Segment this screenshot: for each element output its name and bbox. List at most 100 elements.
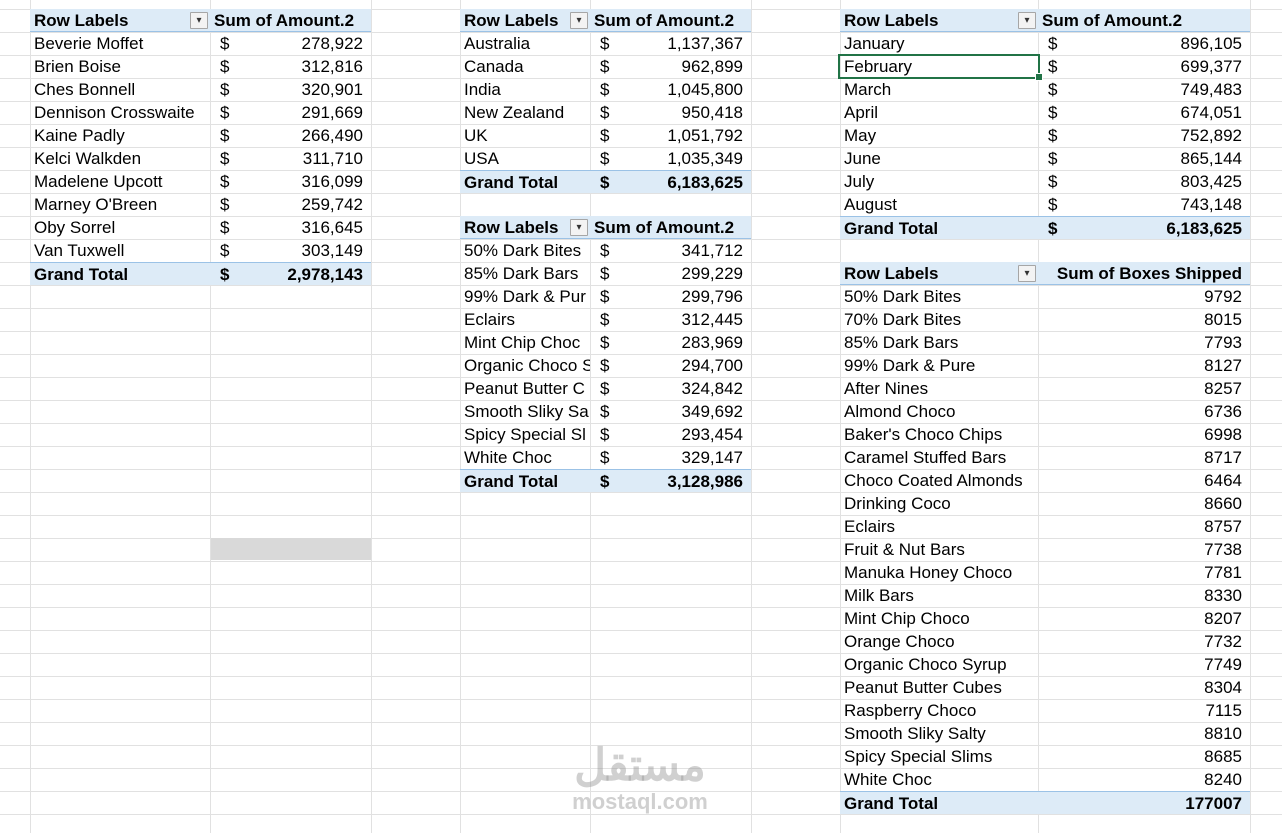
pivot-row-value[interactable]: 743,148 (1078, 193, 1250, 216)
pivot-row-value[interactable]: 8810 (1038, 722, 1250, 745)
pivot-row-label[interactable]: Brien Boise (30, 55, 210, 78)
pivot-row-label[interactable]: White Choc (840, 768, 1038, 791)
pivot-row-value[interactable]: 752,892 (1078, 124, 1250, 147)
pivot-row-label[interactable]: Spicy Special Slims (840, 745, 1038, 768)
pivot-row-value[interactable]: 320,901 (250, 78, 371, 101)
grand-total-value[interactable]: 6,183,625 (1078, 216, 1250, 239)
pivot-row-label[interactable]: White Choc (460, 446, 590, 469)
pivot-row-value[interactable]: 291,669 (250, 101, 371, 124)
pivot-row-label[interactable]: Madelene Upcott (30, 170, 210, 193)
pivot-row-label[interactable]: Van Tuxwell (30, 239, 210, 262)
pivot-row-value[interactable]: 8207 (1038, 607, 1250, 630)
pivot-row-label[interactable]: Spicy Special Sl (460, 423, 590, 446)
pivot-row-value[interactable]: 283,969 (630, 331, 751, 354)
pivot-row-value[interactable]: 896,105 (1078, 32, 1250, 55)
pivot-row-value[interactable]: 8015 (1038, 308, 1250, 331)
pivot-header-row-labels[interactable]: Row Labels (30, 9, 210, 32)
pivot-row-value[interactable]: 259,742 (250, 193, 371, 216)
pivot-row-label[interactable]: Peanut Butter Cubes (840, 676, 1038, 699)
pivot-row-value[interactable]: 803,425 (1078, 170, 1250, 193)
pivot-row-label[interactable]: Raspberry Choco (840, 699, 1038, 722)
grand-total-value[interactable]: 2,978,143 (250, 262, 371, 285)
pivot-row-label[interactable]: Baker's Choco Chips (840, 423, 1038, 446)
grand-total-label[interactable]: Grand Total (460, 469, 590, 492)
pivot-row-value[interactable]: 312,816 (250, 55, 371, 78)
pivot-row-value[interactable]: 962,899 (630, 55, 751, 78)
pivot-row-value[interactable]: 8257 (1038, 377, 1250, 400)
pivot-row-label[interactable]: After Nines (840, 377, 1038, 400)
pivot-row-label[interactable]: June (840, 147, 1038, 170)
pivot-row-label[interactable]: May (840, 124, 1038, 147)
pivot-row-value[interactable]: 7738 (1038, 538, 1250, 561)
gray-filled-cell[interactable] (211, 538, 371, 560)
chevron-down-icon[interactable]: ▾ (1018, 265, 1036, 282)
pivot-row-value[interactable]: 1,137,367 (630, 32, 751, 55)
pivot-row-label[interactable]: Oby Sorrel (30, 216, 210, 239)
pivot-row-label[interactable]: 99% Dark & Pur (460, 285, 590, 308)
pivot-header-row-labels[interactable]: Row Labels (840, 9, 1038, 32)
pivot-row-value[interactable]: 316,645 (250, 216, 371, 239)
pivot-row-label[interactable]: Eclairs (460, 308, 590, 331)
pivot-header-value[interactable]: Sum of Amount.2 (1038, 9, 1250, 32)
pivot-header-value[interactable]: Sum of Amount.2 (590, 9, 751, 32)
pivot-row-value[interactable]: 8685 (1038, 745, 1250, 768)
pivot-row-label[interactable]: Manuka Honey Choco (840, 561, 1038, 584)
pivot-row-label[interactable]: Mint Chip Choco (840, 607, 1038, 630)
pivot-header-value[interactable]: Sum of Amount.2 (210, 9, 371, 32)
pivot-row-value[interactable]: 303,149 (250, 239, 371, 262)
pivot-row-label[interactable]: July (840, 170, 1038, 193)
pivot-row-value[interactable]: 8127 (1038, 354, 1250, 377)
pivot-row-value[interactable]: 7732 (1038, 630, 1250, 653)
pivot-row-value[interactable]: 7749 (1038, 653, 1250, 676)
pivot-row-label[interactable]: Drinking Coco (840, 492, 1038, 515)
pivot-row-value[interactable]: 8304 (1038, 676, 1250, 699)
pivot-row-label[interactable]: 99% Dark & Pure (840, 354, 1038, 377)
pivot-row-value[interactable]: 8330 (1038, 584, 1250, 607)
pivot-row-label[interactable]: January (840, 32, 1038, 55)
pivot-row-value[interactable]: 299,796 (630, 285, 751, 308)
pivot-row-value[interactable]: 293,454 (630, 423, 751, 446)
pivot-row-value[interactable]: 6464 (1038, 469, 1250, 492)
pivot-row-label[interactable]: Beverie Moffet (30, 32, 210, 55)
pivot-row-label[interactable]: Milk Bars (840, 584, 1038, 607)
pivot-row-value[interactable]: 6736 (1038, 400, 1250, 423)
pivot-row-value[interactable]: 749,483 (1078, 78, 1250, 101)
sort-descending-icon[interactable]: ▾ (1018, 12, 1036, 29)
pivot-row-label[interactable]: Organic Choco S (460, 354, 590, 377)
pivot-row-label[interactable]: Eclairs (840, 515, 1038, 538)
pivot-row-value[interactable]: 8757 (1038, 515, 1250, 538)
pivot-header-value[interactable]: Sum of Boxes Shipped (1038, 262, 1250, 285)
pivot-row-value[interactable]: 950,418 (630, 101, 751, 124)
pivot-row-value[interactable]: 312,445 (630, 308, 751, 331)
pivot-row-value[interactable]: 9792 (1038, 285, 1250, 308)
pivot-row-value[interactable]: 329,147 (630, 446, 751, 469)
pivot-row-label[interactable]: Caramel Stuffed Bars (840, 446, 1038, 469)
pivot-row-label[interactable]: Peanut Butter C (460, 377, 590, 400)
pivot-row-label[interactable]: Orange Choco (840, 630, 1038, 653)
grand-total-value[interactable]: 3,128,986 (630, 469, 751, 492)
pivot-row-value[interactable]: 311,710 (250, 147, 371, 170)
pivot-row-label[interactable]: Ches Bonnell (30, 78, 210, 101)
pivot-row-value[interactable]: 674,051 (1078, 101, 1250, 124)
pivot-row-label[interactable]: India (460, 78, 590, 101)
pivot-row-label[interactable]: Organic Choco Syrup (840, 653, 1038, 676)
pivot-row-value[interactable]: 1,051,792 (630, 124, 751, 147)
pivot-row-label[interactable]: Kelci Walkden (30, 147, 210, 170)
grand-total-value[interactable]: 177007 (1038, 791, 1250, 814)
pivot-row-label[interactable]: Almond Choco (840, 400, 1038, 423)
pivot-row-label[interactable]: Smooth Sliky Sa (460, 400, 590, 423)
pivot-row-label[interactable]: August (840, 193, 1038, 216)
chevron-down-icon[interactable]: ▾ (570, 12, 588, 29)
pivot-row-value[interactable]: 324,842 (630, 377, 751, 400)
pivot-row-value[interactable]: 278,922 (250, 32, 371, 55)
grand-total-label[interactable]: Grand Total (460, 170, 590, 193)
pivot-row-value[interactable]: 299,229 (630, 262, 751, 285)
pivot-row-label[interactable]: New Zealand (460, 101, 590, 124)
pivot-row-label[interactable]: Mint Chip Choc (460, 331, 590, 354)
pivot-row-label[interactable]: 70% Dark Bites (840, 308, 1038, 331)
pivot-row-label[interactable]: Marney O'Breen (30, 193, 210, 216)
pivot-row-value[interactable]: 341,712 (630, 239, 751, 262)
pivot-row-value[interactable]: 8660 (1038, 492, 1250, 515)
pivot-row-label[interactable]: Choco Coated Almonds (840, 469, 1038, 492)
pivot-row-value[interactable]: 316,099 (250, 170, 371, 193)
